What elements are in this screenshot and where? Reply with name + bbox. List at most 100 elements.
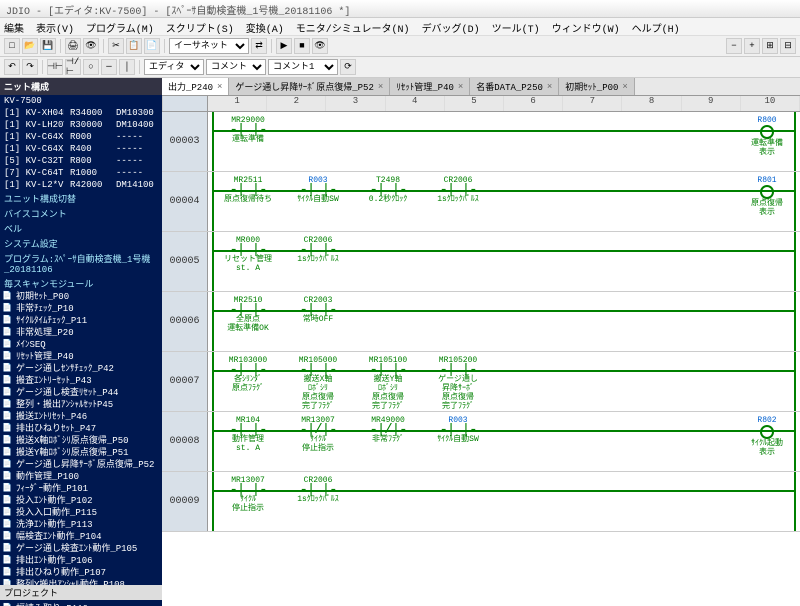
ladder-rung[interactable]: 00006MR2510-| |-全原点運転準備OKCR2003-| |-常時OF… — [162, 292, 800, 352]
tree-item[interactable]: ﾒｲﾝSEQ — [0, 339, 162, 351]
ladder-coil[interactable]: R801原点復帰表示 — [742, 176, 792, 217]
close-icon[interactable]: × — [458, 82, 463, 92]
ladder-contact[interactable]: MR13007-| |-ｻｲｸﾙ停止指示 — [218, 476, 278, 513]
tree-item[interactable]: ｻｲｸﾙﾀｲﾑﾁｪｯｸ_P11 — [0, 315, 162, 327]
zoom-in-icon[interactable]: + — [744, 38, 760, 54]
menu-表示(V)[interactable]: 表示(V) — [36, 20, 74, 33]
tree-item[interactable]: 投入ｴﾝﾄ動作_P102 — [0, 495, 162, 507]
ladder-rung[interactable]: 00003MR29000-| |-運転準備R800運転準備表示 — [162, 112, 800, 172]
copy-icon[interactable]: 📋 — [126, 38, 142, 54]
line-v-icon[interactable]: │ — [119, 59, 135, 75]
monitor-icon[interactable]: 👁 — [312, 38, 328, 54]
open-icon[interactable]: 📂 — [22, 38, 38, 54]
comment-num-select[interactable]: コメント1 — [268, 59, 338, 75]
ladder-coil[interactable]: R802ｻｲｸﾙ起動表示 — [742, 416, 792, 457]
preview-icon[interactable]: 👁 — [83, 38, 99, 54]
ladder-rung[interactable]: 00005MR000-| |-リセット管理st. ACR2006-| |-1sｸ… — [162, 232, 800, 292]
connect-icon[interactable]: ⇄ — [251, 38, 267, 54]
editor-tab[interactable]: 出力_P240× — [162, 78, 229, 95]
tree-item[interactable]: 投入入口動作_P115 — [0, 507, 162, 519]
ladder-contact[interactable]: CR2006-| |-1sｸﾛｯｸﾊﾟﾙｽ — [288, 236, 348, 264]
ladder-rung[interactable]: 00008MR104-| |-動作管理st. AMR13007-|/|-ｻｲｸﾙ… — [162, 412, 800, 472]
contact-nc-icon[interactable]: ⊣/⊢ — [65, 59, 81, 75]
tree-item[interactable]: 搬送ｴﾝﾄﾘｾｯﾄ_P46 — [0, 411, 162, 423]
new-icon[interactable]: □ — [4, 38, 20, 54]
ladder-contact[interactable]: MR49000-|/|-非常ﾌﾗｸﾞ — [358, 416, 418, 444]
unit-row[interactable]: [7] KV-C64T*R1000----- — [0, 167, 162, 179]
unit-row[interactable]: [1] KV-XH04MLR34000DM10300 — [0, 107, 162, 119]
unit-row[interactable]: [1] KV-C64X*R000----- — [0, 131, 162, 143]
tree-item[interactable]: 搬送X軸ﾛﾎﾞｼﾘ原点復帰_P50 — [0, 435, 162, 447]
close-icon[interactable]: × — [378, 82, 383, 92]
ladder-contact[interactable]: CR2003-| |-常時OFF — [288, 296, 348, 324]
unit-row[interactable]: [1] KV-L2*VR42000DM14100 — [0, 179, 162, 191]
ladder-contact[interactable]: MR13007-|/|-ｻｲｸﾙ停止指示 — [288, 416, 348, 453]
tree-item[interactable]: ゲージ通し検査ｴﾝﾄ動作_P105 — [0, 543, 162, 555]
menu-ツール(T)[interactable]: ツール(T) — [492, 20, 540, 33]
zoom-out-icon[interactable]: − — [726, 38, 742, 54]
menu-ヘルプ(H)[interactable]: ヘルプ(H) — [632, 20, 680, 33]
menu-モニタ/シミュレータ(N)[interactable]: モニタ/シミュレータ(N) — [296, 20, 410, 33]
ladder-rung[interactable]: 00009MR13007-| |-ｻｲｸﾙ停止指示CR2006-| |-1sｸﾛ… — [162, 472, 800, 532]
ladder-contact[interactable]: MR104-| |-動作管理st. A — [218, 416, 278, 453]
grid2-icon[interactable]: ⊟ — [780, 38, 796, 54]
editor-tab[interactable]: ゲージ通し昇降ｻｰﾎﾞ原点復帰_P52× — [229, 78, 390, 95]
sidebar-section[interactable]: バイスコメント — [0, 206, 162, 221]
tree-item[interactable]: ゲージ通し検査ﾘｾｯﾄ_P44 — [0, 387, 162, 399]
ladder-contact[interactable]: MR105100-| |-搬送Y軸ﾛﾎﾞｼﾘ原点復帰完了ﾌﾗｸﾞ — [358, 356, 418, 411]
ladder-rung[interactable]: 00007MR103000-| |-各ｼﾘﾝﾀﾞ原点ﾌﾗｸﾞMR105000-|… — [162, 352, 800, 412]
tree-item[interactable]: 初期ｾｯﾄ_P00 — [0, 291, 162, 303]
tree-item[interactable]: 排出ひねり動作_P107 — [0, 567, 162, 579]
menu-編集[interactable]: 編集 — [4, 20, 24, 33]
tree-item[interactable]: 排出ｴﾝﾄ動作_P106 — [0, 555, 162, 567]
run-icon[interactable]: ▶ — [276, 38, 292, 54]
ladder-contact[interactable]: CR2006-| |-1sｸﾛｯｸﾊﾟﾙｽ — [428, 176, 488, 204]
paste-icon[interactable]: 📄 — [144, 38, 160, 54]
ladder-rung[interactable]: 00004MR2511-| |-原点復帰待ちR003-| |-ｻｲｸﾙ自動SWT… — [162, 172, 800, 232]
ladder-contact[interactable]: MR105000-| |-搬送X軸ﾛﾎﾞｼﾘ原点復帰完了ﾌﾗｸﾞ — [288, 356, 348, 411]
refresh-icon[interactable]: ⟳ — [340, 59, 356, 75]
tree-item[interactable]: 整列・搬出ｱﾝｼｬﾙｾｯﾄP45 — [0, 399, 162, 411]
stop-icon[interactable]: ■ — [294, 38, 310, 54]
tree-item[interactable]: ﾘｾｯﾄ管理_P40 — [0, 351, 162, 363]
tree-item[interactable]: ﾌｨｰﾀﾞｰ動作_P101 — [0, 483, 162, 495]
undo-icon[interactable]: ↶ — [4, 59, 20, 75]
contact-no-icon[interactable]: ⊣⊢ — [47, 59, 63, 75]
tree-item[interactable]: 幅検査ｴﾝﾄ動作_P104 — [0, 531, 162, 543]
tree-item[interactable]: 搬査ｴﾝﾄﾘｰｾｯﾄ_P43 — [0, 375, 162, 387]
ladder-contact[interactable]: MR2510-| |-全原点運転準備OK — [218, 296, 278, 333]
editor-tab[interactable]: 名番DATA_P250× — [470, 78, 559, 95]
sidebar-section[interactable]: ユニット構成切替 — [0, 191, 162, 206]
sidebar-section[interactable]: システム設定 — [0, 236, 162, 251]
tree-item[interactable]: 非常ﾁｪｯｸ_P10 — [0, 303, 162, 315]
connection-select[interactable]: イーサネット — [169, 38, 249, 54]
menu-デバッグ(D)[interactable]: デバッグ(D) — [422, 20, 480, 33]
tree-item[interactable]: 非常処理_P20 — [0, 327, 162, 339]
tree-item[interactable]: ゲージ通し昇降ｻｰﾎﾞ原点復帰_P52 — [0, 459, 162, 471]
ladder-contact[interactable]: MR29000-| |-運転準備 — [218, 116, 278, 144]
tree-item[interactable]: 洗浄ｴﾝﾄ動作_P113 — [0, 519, 162, 531]
unit-row[interactable]: [1] KV-C64X*R400----- — [0, 143, 162, 155]
cut-icon[interactable]: ✂ — [108, 38, 124, 54]
ladder-editor[interactable]: 00003MR29000-| |-運転準備R800運転準備表示00004MR25… — [162, 112, 800, 606]
tree-item[interactable]: 動作管理_P100 — [0, 471, 162, 483]
close-icon[interactable]: × — [622, 82, 627, 92]
line-h-icon[interactable]: ─ — [101, 59, 117, 75]
unit-header[interactable]: KV-7500 — [0, 95, 162, 107]
redo-icon[interactable]: ↷ — [22, 59, 38, 75]
close-icon[interactable]: × — [547, 82, 552, 92]
editor-tab[interactable]: 初期ｾｯﾄ_P00× — [559, 78, 635, 95]
save-icon[interactable]: 💾 — [40, 38, 56, 54]
ladder-contact[interactable]: T2498-| |-0.2秒ｸﾛｯｸ — [358, 176, 418, 204]
ladder-contact[interactable]: CR2006-| |-1sｸﾛｯｸﾊﾟﾙｽ — [288, 476, 348, 504]
coil-icon[interactable]: ○ — [83, 59, 99, 75]
ladder-coil[interactable]: R800運転準備表示 — [742, 116, 792, 157]
menu-プログラム(M)[interactable]: プログラム(M) — [86, 20, 154, 33]
sidebar-tab[interactable]: プロジェクト — [0, 585, 162, 600]
unit-row[interactable]: [5] KV-C32T*R800----- — [0, 155, 162, 167]
menu-変換(A)[interactable]: 変換(A) — [246, 20, 284, 33]
editor-mode-select[interactable]: エディタ — [144, 59, 204, 75]
ladder-contact[interactable]: R003-| |-ｻｲｸﾙ自動SW — [428, 416, 488, 444]
comment-type-select[interactable]: コメント — [206, 59, 266, 75]
grid-icon[interactable]: ⊞ — [762, 38, 778, 54]
